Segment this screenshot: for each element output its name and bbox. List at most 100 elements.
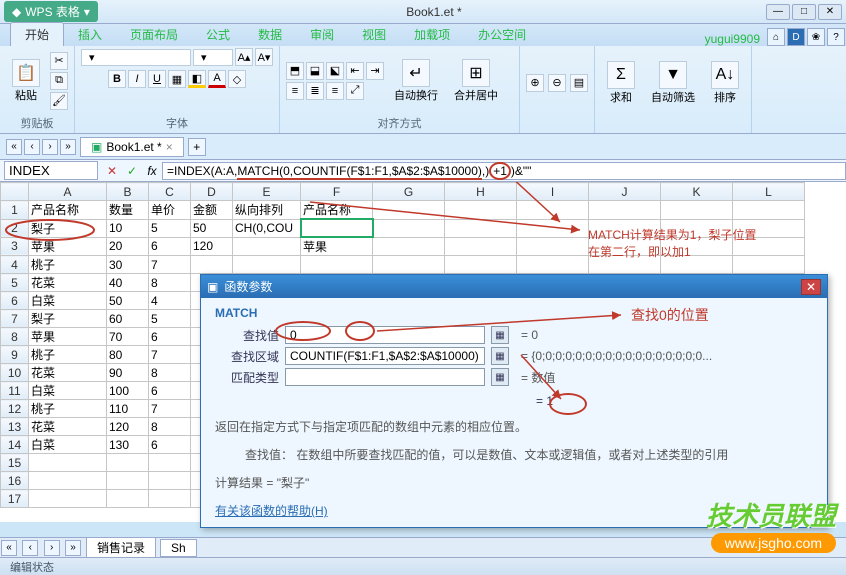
cell[interactable]: 苹果: [301, 237, 373, 256]
cell[interactable]: [661, 219, 733, 237]
cell[interactable]: [445, 256, 517, 274]
autosum-button[interactable]: Σ求和: [601, 59, 641, 107]
cell[interactable]: [733, 256, 805, 274]
cell[interactable]: [29, 490, 107, 508]
wb-nav-last-icon[interactable]: »: [60, 139, 76, 155]
align-top-icon[interactable]: ⬒: [286, 62, 304, 80]
align-right-icon[interactable]: ≡: [326, 82, 344, 100]
sheet-tab-2[interactable]: Sh: [160, 539, 197, 557]
tab-home[interactable]: 开始: [10, 22, 64, 46]
arg-input-array[interactable]: [285, 347, 485, 365]
cell[interactable]: [373, 219, 445, 237]
cell[interactable]: CH(0,COU: [233, 219, 301, 237]
arg-input-lookup[interactable]: [285, 326, 485, 344]
sheet-nav-last-icon[interactable]: »: [65, 540, 81, 556]
border-button[interactable]: ▦: [168, 70, 186, 88]
cell[interactable]: 30: [107, 256, 149, 274]
cell[interactable]: [233, 237, 301, 256]
row-header[interactable]: 17: [1, 490, 29, 508]
tab-view[interactable]: 视图: [348, 23, 400, 46]
cell[interactable]: [149, 490, 191, 508]
insert-cell-icon[interactable]: ⊕: [526, 74, 544, 92]
add-workbook-button[interactable]: +: [188, 138, 206, 156]
dialog-titlebar[interactable]: ▣ 函数参数 ✕: [201, 275, 827, 298]
row-header[interactable]: 10: [1, 364, 29, 382]
cell[interactable]: 花菜: [29, 418, 107, 436]
cell[interactable]: 花菜: [29, 364, 107, 382]
cell[interactable]: [517, 256, 589, 274]
clear-format-icon[interactable]: ◇: [228, 70, 246, 88]
dialog-close-button[interactable]: ✕: [801, 279, 821, 295]
d-icon[interactable]: D: [787, 28, 805, 46]
col-header-L[interactable]: L: [733, 183, 805, 201]
cell[interactable]: [301, 256, 373, 274]
close-button[interactable]: ✕: [818, 4, 842, 20]
delete-cell-icon[interactable]: ⊖: [548, 74, 566, 92]
cell[interactable]: 产品名称: [29, 201, 107, 220]
cell[interactable]: 桃子: [29, 400, 107, 418]
row-header[interactable]: 15: [1, 454, 29, 472]
cell[interactable]: 10: [107, 219, 149, 237]
cell[interactable]: 5: [149, 310, 191, 328]
align-middle-icon[interactable]: ⬓: [306, 62, 324, 80]
cell[interactable]: 桃子: [29, 256, 107, 274]
bold-button[interactable]: B: [108, 70, 126, 88]
tab-review[interactable]: 审阅: [296, 23, 348, 46]
align-center-icon[interactable]: ≣: [306, 82, 324, 100]
name-box[interactable]: [4, 161, 98, 180]
cell[interactable]: 8: [149, 364, 191, 382]
cell[interactable]: 花菜: [29, 274, 107, 292]
col-header-B[interactable]: B: [107, 183, 149, 201]
formula-input[interactable]: =INDEX(A:A,MATCH(0,COUNTIF(F$1:F1,$A$2:$…: [162, 162, 846, 180]
cell[interactable]: [589, 256, 661, 274]
minimize-button[interactable]: —: [766, 4, 790, 20]
row-header[interactable]: 7: [1, 310, 29, 328]
row-header[interactable]: 13: [1, 418, 29, 436]
cell[interactable]: [445, 219, 517, 237]
cell[interactable]: [29, 472, 107, 490]
cell[interactable]: 苹果: [29, 237, 107, 256]
range-picker-icon[interactable]: ▦: [491, 368, 509, 386]
cell[interactable]: [661, 256, 733, 274]
cell[interactable]: 50: [191, 219, 233, 237]
wrap-text-button[interactable]: ↵自动换行: [388, 57, 444, 105]
shrink-font-icon[interactable]: A▾: [255, 48, 273, 66]
row-header[interactable]: 5: [1, 274, 29, 292]
formula-enter-icon[interactable]: ✓: [123, 162, 141, 180]
cell[interactable]: [107, 490, 149, 508]
wb-nav-prev-icon[interactable]: ‹: [24, 139, 40, 155]
cell[interactable]: [191, 256, 233, 274]
tab-insert[interactable]: 插入: [64, 23, 116, 46]
fx-icon[interactable]: fx: [143, 162, 161, 180]
wb-nav-next-icon[interactable]: ›: [42, 139, 58, 155]
cell[interactable]: [589, 201, 661, 220]
cell[interactable]: [149, 472, 191, 490]
sheet-tab-1[interactable]: 销售记录: [86, 537, 156, 558]
row-header[interactable]: 16: [1, 472, 29, 490]
col-header-K[interactable]: K: [661, 183, 733, 201]
cell[interactable]: [373, 256, 445, 274]
col-header-H[interactable]: H: [445, 183, 517, 201]
palette-icon[interactable]: ❀: [807, 28, 825, 46]
cell[interactable]: [149, 454, 191, 472]
cell[interactable]: [373, 237, 445, 256]
cell[interactable]: 7: [149, 400, 191, 418]
align-bottom-icon[interactable]: ⬕: [326, 62, 344, 80]
cell[interactable]: [107, 472, 149, 490]
cell[interactable]: [517, 237, 589, 256]
row-header[interactable]: 4: [1, 256, 29, 274]
cell[interactable]: 苹果: [29, 328, 107, 346]
cell[interactable]: 桃子: [29, 346, 107, 364]
cell[interactable]: [733, 201, 805, 220]
cell[interactable]: 白菜: [29, 292, 107, 310]
cell[interactable]: [107, 454, 149, 472]
cell[interactable]: 单价: [149, 201, 191, 220]
col-header-G[interactable]: G: [373, 183, 445, 201]
underline-button[interactable]: U: [148, 70, 166, 88]
cell[interactable]: 90: [107, 364, 149, 382]
cell[interactable]: [233, 256, 301, 274]
cell[interactable]: 白菜: [29, 436, 107, 454]
row-header[interactable]: 11: [1, 382, 29, 400]
sheet-nav-next-icon[interactable]: ›: [44, 540, 60, 556]
cell[interactable]: 8: [149, 274, 191, 292]
